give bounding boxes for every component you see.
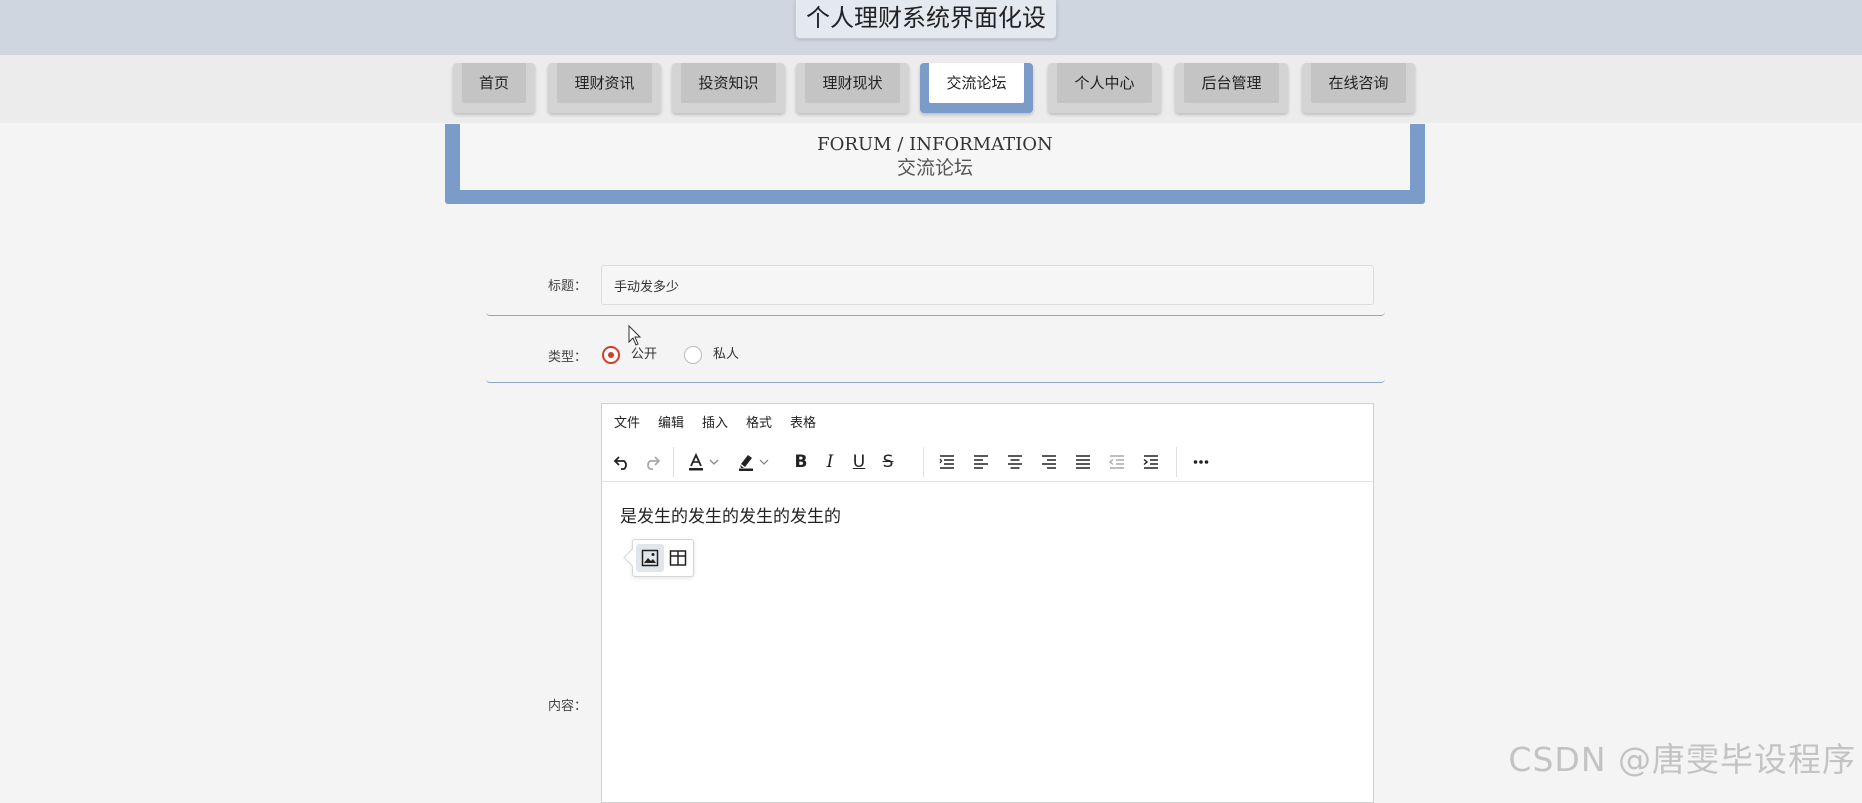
nav-online-consult[interactable]: 在线咨询 <box>1302 63 1415 113</box>
type-private-radio[interactable] <box>684 346 702 364</box>
toolbar-separator <box>673 447 674 477</box>
watermark: CSDN @唐雯毕设程序 <box>1508 740 1856 779</box>
banner-title-zh: 交流论坛 <box>896 157 973 179</box>
nav-investment-knowledge[interactable]: 投资知识 <box>672 63 785 113</box>
menu-format[interactable]: 格式 <box>746 404 772 443</box>
nav-admin[interactable]: 后台管理 <box>1175 63 1288 113</box>
nav-forum[interactable]: 交流论坛 <box>920 63 1033 113</box>
editor-content-area[interactable]: 是发生的发生的发生的发生的 <box>602 481 1373 802</box>
image-icon[interactable] <box>636 544 664 572</box>
type-public-label[interactable]: 公开 <box>631 346 657 364</box>
align-left-icon[interactable] <box>966 447 996 477</box>
menu-edit[interactable]: 编辑 <box>658 404 684 443</box>
indent-icon[interactable] <box>1136 447 1166 477</box>
chevron-down-icon[interactable] <box>756 447 772 477</box>
menu-table[interactable]: 表格 <box>790 404 816 443</box>
content-label: 内容： <box>547 699 587 714</box>
nav-bar: 首页 理财资讯 投资知识 理财现状 交流论坛 个人中心 后台管理 在线咨询 <box>0 55 1862 123</box>
type-private-label[interactable]: 私人 <box>713 346 739 364</box>
banner-panel: FORUM / INFORMATION 交流论坛 <box>460 124 1410 190</box>
redo-icon[interactable] <box>637 447 667 477</box>
type-label: 类型： <box>547 350 587 365</box>
bold-icon[interactable]: B <box>786 447 816 477</box>
table-icon[interactable] <box>664 544 692 572</box>
align-justify-icon[interactable] <box>1068 447 1098 477</box>
mouse-cursor-icon <box>628 325 642 346</box>
menu-insert[interactable]: 插入 <box>702 404 728 443</box>
toolbar-separator <box>1176 447 1177 477</box>
type-public-radio[interactable] <box>602 346 620 364</box>
nav-finance-news-label: 理财资讯 <box>557 63 652 103</box>
nav-investment-knowledge-label: 投资知识 <box>681 63 776 103</box>
top-bar: 个人理财系统界面化设 <box>0 0 1862 55</box>
nav-finance-status[interactable]: 理财现状 <box>796 63 909 113</box>
editor-menubar: 文件 编辑 插入 格式 表格 <box>602 404 1373 444</box>
align-right-icon[interactable] <box>1034 447 1064 477</box>
quick-insert-toolbar <box>632 539 694 577</box>
nav-admin-label: 后台管理 <box>1184 63 1279 103</box>
editor-content-text: 是发生的发生的发生的发生的 <box>620 507 841 527</box>
outdent-icon[interactable] <box>1102 447 1132 477</box>
nav-home-label: 首页 <box>462 63 526 103</box>
undo-icon[interactable] <box>607 447 637 477</box>
nav-forum-label: 交流论坛 <box>929 63 1024 103</box>
nav-personal-center[interactable]: 个人中心 <box>1048 63 1161 113</box>
align-center-icon[interactable] <box>1000 447 1030 477</box>
strikethrough-icon[interactable]: S <box>873 447 903 477</box>
nav-online-consult-label: 在线咨询 <box>1311 63 1406 103</box>
site-title: 个人理财系统界面化设 <box>795 0 1057 39</box>
editor-toolbar: B I U S <box>602 443 1373 482</box>
italic-icon[interactable]: I <box>815 447 845 477</box>
underline-icon[interactable]: U <box>844 447 874 477</box>
banner-title-en: FORUM / INFORMATION <box>817 134 1053 155</box>
nav-finance-news[interactable]: 理财资讯 <box>548 63 661 113</box>
title-label: 标题： <box>547 279 587 294</box>
type-row: 类型： <box>486 315 1385 383</box>
chevron-down-icon[interactable] <box>706 447 722 477</box>
menu-file[interactable]: 文件 <box>614 404 640 443</box>
section-banner: FORUM / INFORMATION 交流论坛 <box>445 124 1425 204</box>
title-input[interactable] <box>601 265 1374 305</box>
rich-text-editor: 文件 编辑 插入 格式 表格 B I U S 是发生的发生的发生的发生的 <box>601 403 1374 803</box>
nav-home[interactable]: 首页 <box>453 63 535 113</box>
nav-personal-center-label: 个人中心 <box>1057 63 1152 103</box>
nav-finance-status-label: 理财现状 <box>805 63 900 103</box>
toolbar-separator <box>923 447 924 477</box>
line-height-icon[interactable] <box>932 447 962 477</box>
more-icon[interactable] <box>1186 447 1216 477</box>
